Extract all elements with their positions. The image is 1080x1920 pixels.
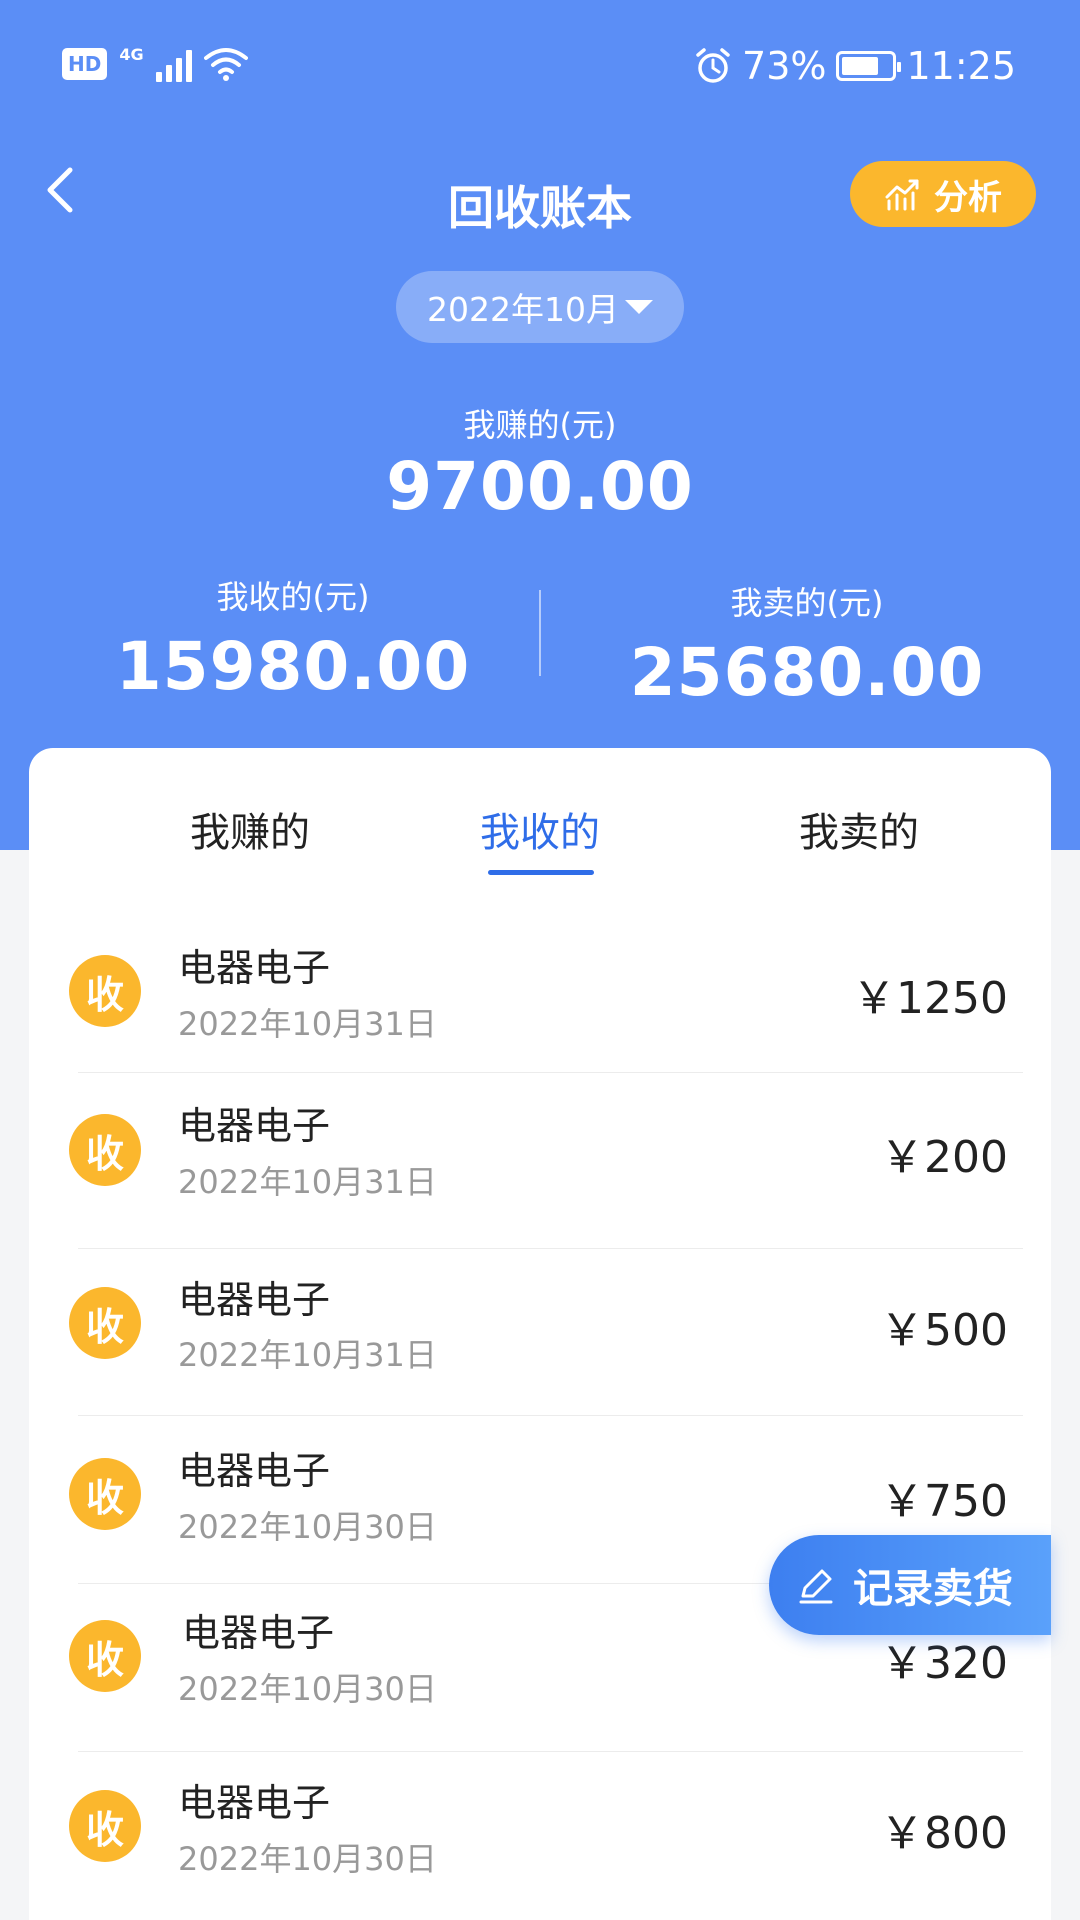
- list-item[interactable]: 收 电器电子 2022年10月31日 ￥200: [29, 1081, 1051, 1249]
- tab-sell[interactable]: 我卖的: [709, 800, 1009, 858]
- item-amount: ￥1250: [852, 973, 1008, 1024]
- alarm-icon: [696, 48, 730, 83]
- tab-collect[interactable]: 我收的: [390, 800, 690, 858]
- item-category: 电器电子: [182, 1611, 335, 1655]
- list-item[interactable]: 收 电器电子 2022年10月31日 ￥500: [29, 1249, 1051, 1416]
- earn-label: 我赚的(元): [463, 406, 617, 444]
- item-category: 电器电子: [178, 1278, 331, 1322]
- edit-icon: [799, 1569, 833, 1604]
- collect-badge-icon: 收: [69, 1458, 141, 1530]
- item-amount: ￥320: [880, 1638, 1008, 1689]
- collect-value: 15980.00: [115, 628, 471, 705]
- month-label: 2022年10月: [427, 290, 619, 329]
- wifi-icon: [203, 48, 248, 81]
- row-divider: [78, 1072, 1023, 1073]
- item-amount: ￥750: [880, 1476, 1008, 1527]
- sell-label: 我卖的(元): [730, 584, 884, 622]
- record-sale-button[interactable]: 记录卖货: [769, 1535, 1051, 1635]
- item-date: 2022年10月30日: [178, 1840, 437, 1878]
- item-category: 电器电子: [178, 1449, 331, 1493]
- list-item[interactable]: 收 电器电子 2022年10月30日 ￥800: [29, 1752, 1051, 1920]
- item-category: 电器电子: [178, 1104, 331, 1148]
- chart-trend-icon: [885, 179, 919, 211]
- dropdown-arrow-icon: [624, 300, 653, 314]
- active-tab-indicator: [488, 870, 594, 875]
- collect-label: 我收的(元): [216, 578, 370, 616]
- item-date: 2022年10月30日: [178, 1508, 437, 1546]
- collect-badge-icon: 收: [69, 1790, 141, 1862]
- signal-icon: [155, 46, 192, 82]
- collect-badge-icon: 收: [69, 1114, 141, 1186]
- battery-percent: 73%: [742, 44, 827, 88]
- network-type: 4G: [119, 44, 144, 64]
- summary-divider: [539, 590, 541, 676]
- item-amount: ￥800: [880, 1808, 1008, 1859]
- collect-badge-icon: 收: [69, 1287, 141, 1359]
- item-date: 2022年10月31日: [178, 1005, 437, 1043]
- item-date: 2022年10月30日: [178, 1670, 437, 1708]
- sell-summary: 我卖的(元) 25680.00: [587, 578, 1027, 711]
- item-amount: ￥500: [880, 1305, 1008, 1356]
- item-category: 电器电子: [178, 1781, 331, 1825]
- status-bar: HD 4G 73% 11:25: [0, 0, 1080, 135]
- screen: HD 4G 73% 11:25 回收账本 分析 2022年10月 我赚的(元) …: [0, 0, 1080, 1920]
- tab-earn[interactable]: 我赚的: [100, 800, 400, 858]
- sell-value: 25680.00: [629, 634, 985, 711]
- item-date: 2022年10月31日: [178, 1163, 437, 1201]
- month-selector[interactable]: 2022年10月: [396, 271, 684, 343]
- tab-bar: 我赚的 我收的 我卖的: [29, 748, 1051, 878]
- clock: 11:25: [906, 44, 1016, 88]
- analyze-label: 分析: [934, 177, 1002, 218]
- battery-icon: [836, 51, 902, 81]
- record-sale-label: 记录卖货: [853, 1566, 1013, 1612]
- item-date: 2022年10月31日: [178, 1336, 437, 1374]
- earn-value: 9700.00: [386, 448, 694, 525]
- collect-summary: 我收的(元) 15980.00: [73, 572, 513, 705]
- collect-badge-icon: 收: [69, 955, 141, 1027]
- list-item[interactable]: 收 电器电子 2022年10月31日 ￥1250: [29, 913, 1051, 1073]
- item-category: 电器电子: [178, 946, 331, 990]
- analyze-button[interactable]: 分析: [850, 161, 1036, 227]
- hd-icon: HD: [62, 48, 108, 80]
- item-amount: ￥200: [880, 1132, 1008, 1183]
- records-card: 我赚的 我收的 我卖的 收 电器电子 2022年10月31日 ￥1250 收 电…: [29, 748, 1051, 1920]
- collect-badge-icon: 收: [69, 1620, 141, 1692]
